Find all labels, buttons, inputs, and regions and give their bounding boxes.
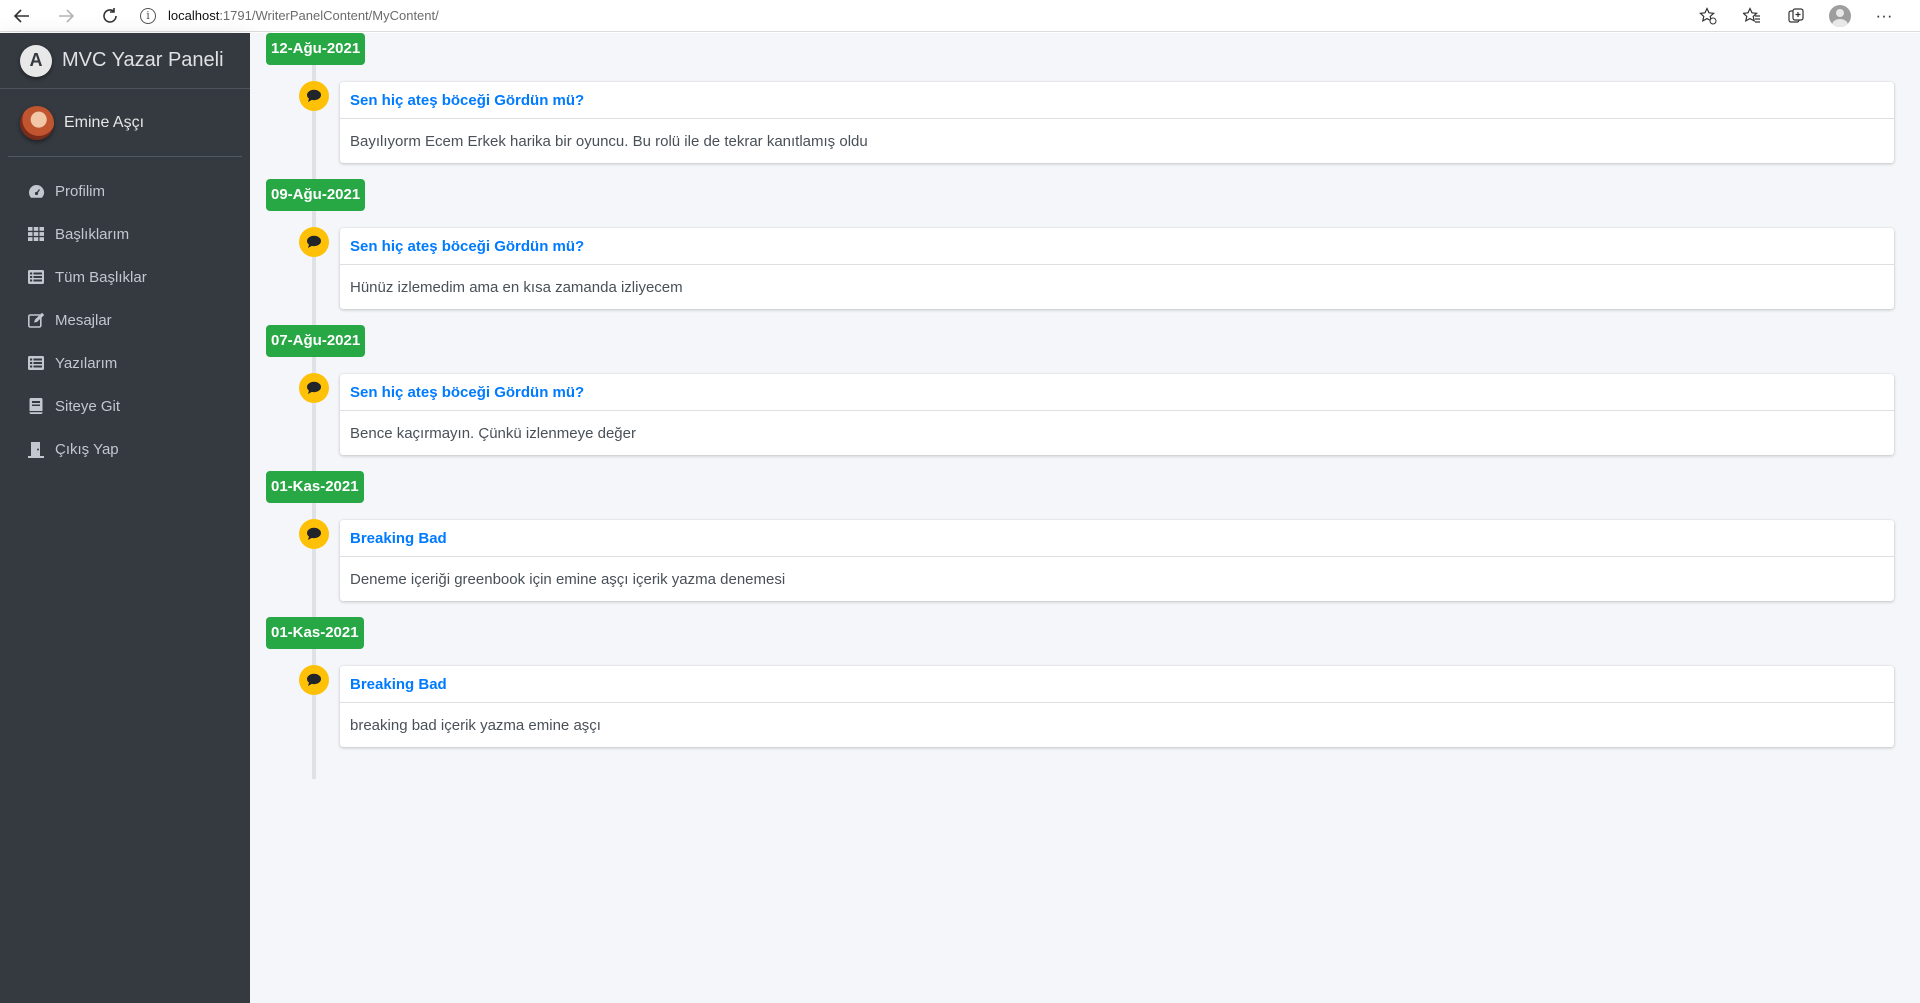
comment-icon: [299, 227, 329, 257]
timeline-item: Sen hiç ateş böceği Gördün mü? Bayılıyor…: [340, 82, 1894, 163]
edit-icon: [27, 311, 45, 329]
timeline-item: Sen hiç ateş böceği Gördün mü? Bence kaç…: [340, 374, 1894, 455]
sidebar-item-siteye-git[interactable]: Siteye Git: [8, 386, 242, 426]
comment-icon: [299, 81, 329, 111]
profile-button[interactable]: [1818, 0, 1862, 32]
timeline-item: Sen hiç ateş böceği Gördün mü? Hünüz izl…: [340, 228, 1894, 309]
user-panel[interactable]: Emine Aşçı: [8, 89, 242, 157]
timeline-item-body: Bayılıyorm Ecem Erkek harika bir oyuncu.…: [350, 132, 868, 150]
timeline: 12-Ağu-2021 Sen hiç ateş böceği Gördün m…: [266, 33, 1896, 779]
door-icon: [27, 440, 45, 458]
grid-icon: [27, 225, 45, 243]
star-add-icon: [1699, 6, 1717, 24]
favorites-icon: [1743, 6, 1760, 23]
timeline-item: Breaking Bad Deneme içeriği greenbook iç…: [340, 520, 1894, 601]
timeline-item-body: Deneme içeriği greenbook için emine aşçı…: [350, 570, 786, 588]
date-badge: 09-Ağu-2021: [266, 179, 366, 211]
comment-icon: [299, 519, 329, 549]
sidebar-menu: Profilim Başlıklarım Tüm Başlıklar Mesaj…: [0, 171, 250, 469]
timeline-entry: 01-Kas-2021 Breaking Bad breaking bad iç…: [266, 617, 1896, 763]
sidebar-item-label: Mesajlar: [55, 311, 112, 329]
sidebar: A MVC Yazar Paneli Emine Aşçı Profilim B…: [0, 33, 250, 1003]
avatar: [20, 105, 54, 140]
timeline-item-title[interactable]: Sen hiç ateş böceği Gördün mü?: [340, 228, 1894, 265]
info-icon[interactable]: i: [140, 7, 156, 24]
reload-button[interactable]: [88, 0, 132, 32]
brand-logo-icon: A: [20, 44, 52, 77]
arrow-left-icon: [13, 8, 29, 23]
timeline-item-title[interactable]: Breaking Bad: [340, 666, 1894, 703]
forward-button[interactable]: [44, 0, 88, 32]
collections-button[interactable]: [1774, 0, 1818, 32]
timeline-item-body: breaking bad içerik yazma emine aşçı: [350, 716, 601, 734]
sidebar-item-basliklarim[interactable]: Başlıklarım: [8, 214, 242, 254]
timeline-entry: 12-Ağu-2021 Sen hiç ateş böceği Gördün m…: [266, 33, 1896, 179]
list-icon: [27, 354, 45, 372]
date-badge: 12-Ağu-2021: [266, 33, 366, 65]
sidebar-item-yazilarim[interactable]: Yazılarım: [8, 343, 242, 383]
sidebar-item-label: Profilim: [55, 182, 106, 200]
timeline-item-title[interactable]: Sen hiç ateş böceği Gördün mü?: [340, 374, 1894, 411]
back-button[interactable]: [0, 0, 44, 32]
book-icon: [27, 397, 45, 415]
sidebar-item-label: Tüm Başlıklar: [55, 268, 147, 286]
timeline-item-body: Bence kaçırmayın. Çünkü izlenmeye değer: [350, 424, 636, 442]
timeline-item-title[interactable]: Breaking Bad: [340, 520, 1894, 557]
main-content: 12-Ağu-2021 Sen hiç ateş böceği Gördün m…: [250, 33, 1920, 1003]
sidebar-item-mesajlar[interactable]: Mesajlar: [8, 300, 242, 340]
url-path: :1791/WriterPanelContent/MyContent/: [219, 8, 439, 23]
timeline-entry: 07-Ağu-2021 Sen hiç ateş böceği Gördün m…: [266, 325, 1896, 471]
timeline-entry: 09-Ağu-2021 Sen hiç ateş böceği Gördün m…: [266, 179, 1896, 325]
sidebar-item-label: Siteye Git: [55, 397, 121, 415]
sidebar-item-label: Yazılarım: [55, 354, 118, 372]
dashboard-icon: [27, 182, 45, 200]
collections-icon: [1788, 7, 1804, 23]
browser-toolbar: i localhost:1791/WriterPanelContent/MyCo…: [0, 0, 1920, 32]
arrow-right-icon: [59, 8, 75, 23]
favorites-button[interactable]: [1730, 0, 1774, 32]
date-badge: 01-Kas-2021: [266, 617, 364, 649]
address-bar[interactable]: i localhost:1791/WriterPanelContent/MyCo…: [140, 3, 1686, 29]
comment-icon: [299, 373, 329, 403]
add-favorite-button[interactable]: [1686, 0, 1730, 32]
timeline-item-body: Hünüz izlemedim ama en kısa zamanda izli…: [350, 278, 683, 296]
reload-icon: [103, 7, 117, 23]
date-badge: 01-Kas-2021: [266, 471, 364, 503]
profile-icon: [1829, 4, 1851, 27]
url-host: localhost: [168, 8, 220, 23]
brand-link[interactable]: A MVC Yazar Paneli: [0, 33, 250, 89]
list-icon: [27, 268, 45, 286]
sidebar-item-tum-basliklar[interactable]: Tüm Başlıklar: [8, 257, 242, 297]
sidebar-item-cikis-yap[interactable]: Çıkış Yap: [8, 429, 242, 469]
timeline-item: Breaking Bad breaking bad içerik yazma e…: [340, 666, 1894, 747]
date-badge: 07-Ağu-2021: [266, 325, 366, 357]
brand-title: MVC Yazar Paneli: [62, 49, 224, 71]
comment-icon: [299, 665, 329, 695]
user-name: Emine Aşçı: [64, 113, 145, 131]
sidebar-item-label: Çıkış Yap: [55, 440, 119, 458]
ellipsis-icon: ···: [1875, 5, 1893, 25]
sidebar-item-label: Başlıklarım: [55, 225, 130, 243]
more-menu-button[interactable]: ···: [1862, 0, 1906, 32]
timeline-item-title[interactable]: Sen hiç ateş böceği Gördün mü?: [340, 82, 1894, 119]
timeline-entry: 01-Kas-2021 Breaking Bad Deneme içeriği …: [266, 471, 1896, 617]
sidebar-item-profilim[interactable]: Profilim: [8, 171, 242, 211]
